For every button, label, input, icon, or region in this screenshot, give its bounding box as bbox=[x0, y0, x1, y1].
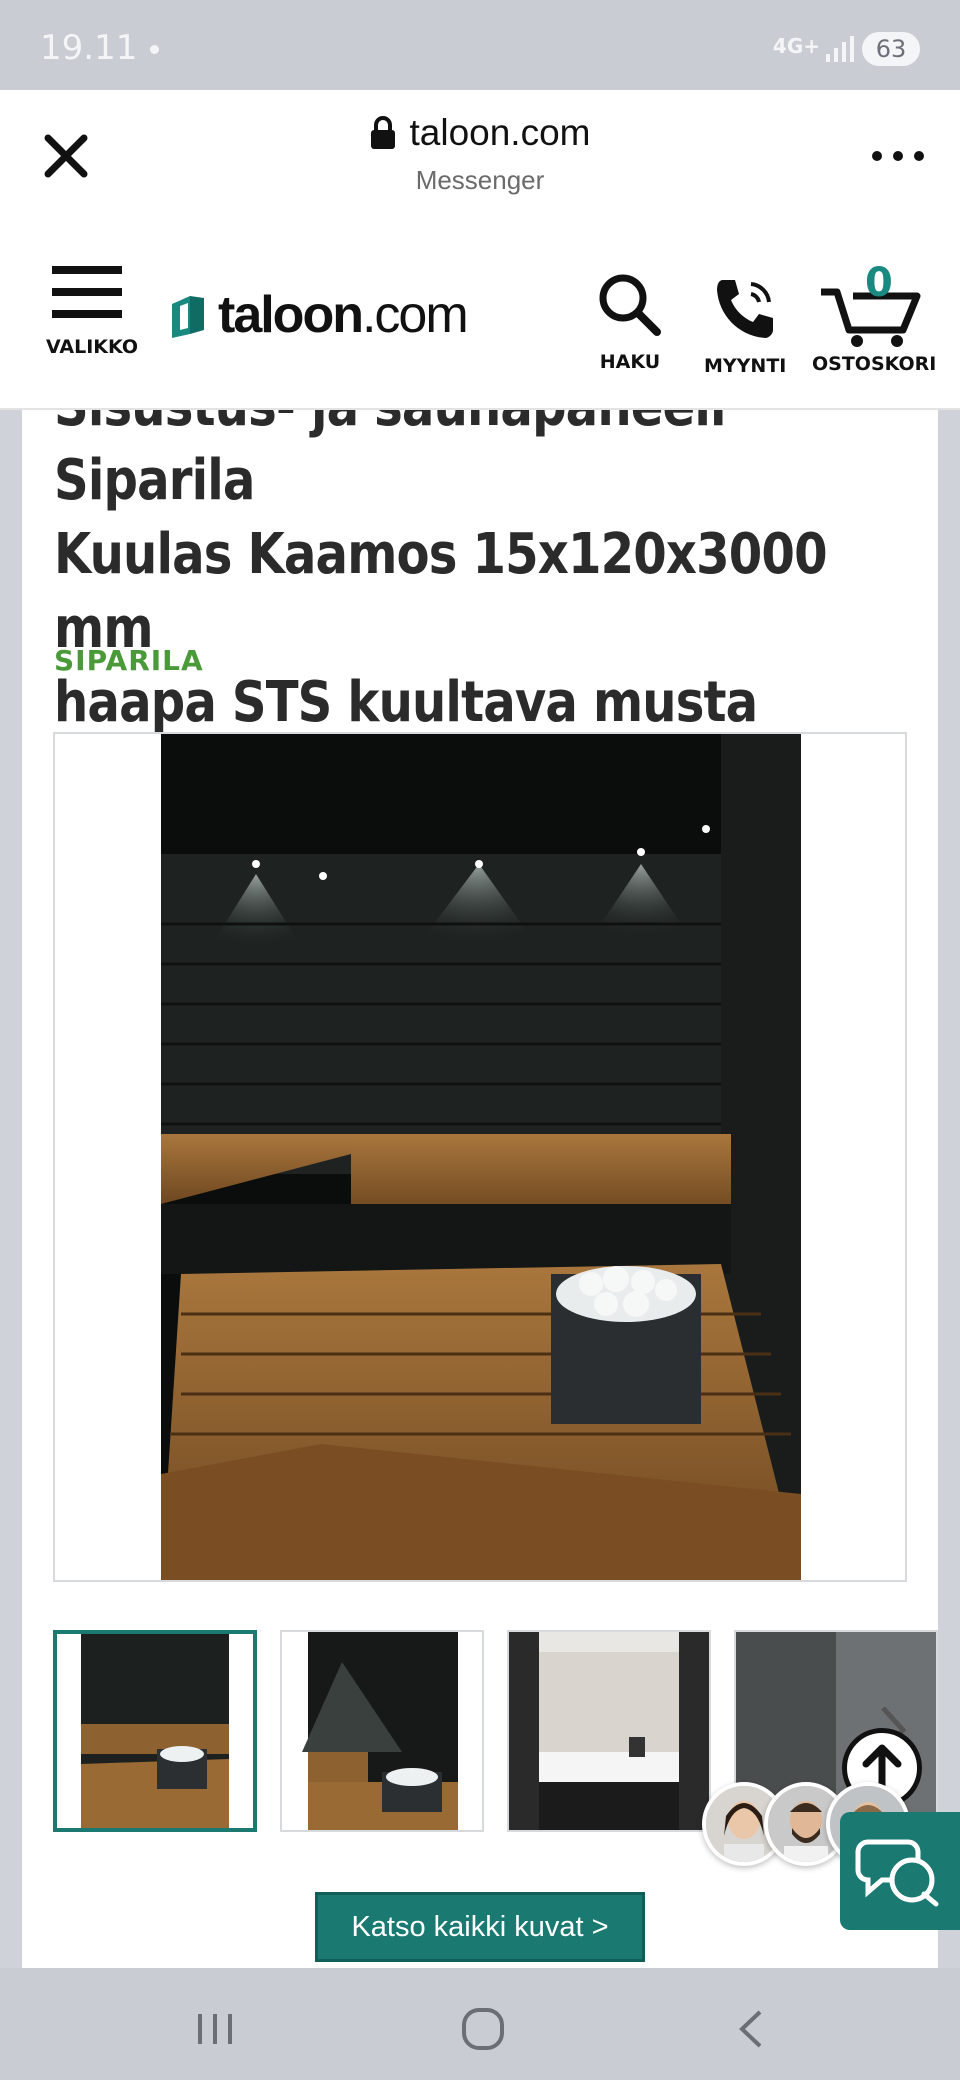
phone-icon bbox=[717, 280, 773, 338]
sauna-photo bbox=[161, 734, 801, 1580]
lock-icon bbox=[370, 116, 395, 149]
thumbnail-3[interactable] bbox=[507, 1630, 711, 1832]
product-page: Sisustus- ja saunapaneeli Siparila Kuula… bbox=[22, 410, 938, 1970]
signal-icon bbox=[826, 36, 854, 62]
sales-button[interactable]: MYYNTI bbox=[704, 274, 786, 377]
browser-subtitle: Messenger bbox=[415, 165, 545, 195]
sales-label: MYYNTI bbox=[704, 355, 787, 377]
cart-label: OSTOSKORI bbox=[812, 353, 937, 375]
product-title: Sisustus- ja saunapaneeli Siparila Kuula… bbox=[54, 410, 914, 740]
site-logo[interactable]: taloon.com bbox=[168, 280, 469, 350]
menu-button[interactable]: VALIKKO bbox=[46, 262, 139, 358]
status-bar: 19.11 4G+ 63 bbox=[0, 0, 960, 90]
product-title-line-1: Sisustus- ja saunapaneeli Siparila bbox=[54, 410, 727, 513]
notification-dot bbox=[150, 45, 159, 54]
status-time: 19.11 bbox=[40, 28, 138, 68]
back-icon[interactable] bbox=[728, 2004, 778, 2054]
browser-bar: taloon.com Messenger bbox=[0, 90, 960, 240]
logo-text-bold: taloon bbox=[218, 286, 364, 344]
cart-button[interactable]: 0 OSTOSKORI bbox=[812, 260, 937, 375]
main-product-image[interactable] bbox=[53, 732, 907, 1582]
network-indicator: 4G+ bbox=[772, 34, 820, 58]
search-label: HAKU bbox=[599, 351, 661, 373]
thumbnail-2-image bbox=[282, 1632, 482, 1830]
thumbnail-1-image bbox=[57, 1634, 253, 1828]
search-icon bbox=[599, 274, 661, 336]
site-header: VALIKKO taloon.com HAKU MYYNTI 0 OSTOSKO… bbox=[0, 240, 960, 410]
home-icon[interactable] bbox=[458, 2004, 508, 2054]
logo-text-domain: .com bbox=[361, 286, 469, 344]
battery-indicator: 63 bbox=[862, 32, 920, 66]
product-title-line-3: haapa STS kuultava musta bbox=[54, 670, 758, 735]
thumbnail-3-image bbox=[509, 1632, 709, 1830]
chat-bubble-icon bbox=[855, 1839, 939, 1907]
recent-apps-icon[interactable] bbox=[190, 2004, 240, 2054]
cart-count-badge: 0 bbox=[865, 260, 893, 306]
hamburger-icon bbox=[52, 262, 122, 322]
more-options-icon[interactable] bbox=[872, 146, 924, 166]
url-text: taloon.com bbox=[409, 112, 591, 153]
thumbnail-1[interactable] bbox=[53, 1630, 257, 1832]
chat-button[interactable] bbox=[840, 1812, 960, 1930]
thumbnail-2[interactable] bbox=[280, 1630, 484, 1832]
brand-logo[interactable]: SIPARILA bbox=[54, 644, 204, 677]
address-bar[interactable]: taloon.com Messenger bbox=[0, 112, 960, 196]
logo-mark-icon bbox=[172, 296, 204, 338]
system-nav-bar bbox=[0, 1968, 960, 2080]
search-button[interactable]: HAKU bbox=[590, 270, 670, 373]
menu-label: VALIKKO bbox=[46, 336, 139, 358]
see-all-images-button[interactable]: Katso kaikki kuvat > bbox=[315, 1892, 645, 1962]
